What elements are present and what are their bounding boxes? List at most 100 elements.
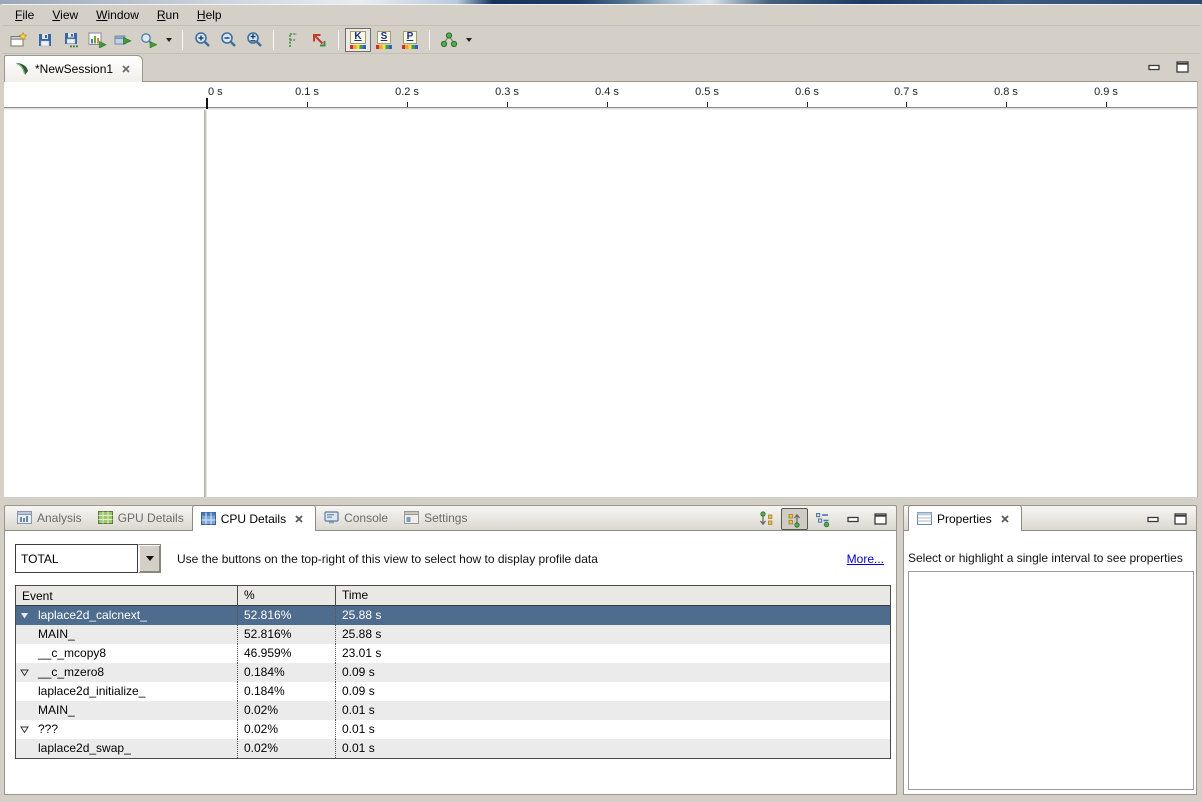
- zoom-fit-button[interactable]: [241, 28, 267, 52]
- menu-window[interactable]: Window: [87, 6, 148, 24]
- display-mode-select[interactable]: TOTAL: [15, 544, 161, 573]
- menu-run[interactable]: Run: [148, 6, 188, 24]
- table-row[interactable]: ??? 0.02% 0.01 s: [16, 720, 890, 739]
- table-row[interactable]: MAIN_ 52.816% 25.88 s: [16, 625, 890, 644]
- new-session-button[interactable]: [6, 28, 32, 52]
- properties-hint: Select or highlight a single interval to…: [908, 551, 1183, 565]
- ruler-label: 0.3 s: [495, 86, 519, 98]
- table-row[interactable]: laplace2d_swap_ 0.02% 0.01 s: [16, 739, 890, 758]
- close-icon: [1000, 514, 1010, 524]
- generate-timeline-button[interactable]: [84, 28, 110, 52]
- maximize-icon: [1174, 513, 1187, 525]
- more-link[interactable]: More...: [847, 552, 884, 566]
- event-percent: 0.02%: [237, 720, 335, 739]
- table-row[interactable]: __c_mcopy8 46.959% 23.01 s: [16, 644, 890, 663]
- ruler-label: 0.6 s: [795, 86, 819, 98]
- properties-maximize-button[interactable]: [1172, 511, 1188, 527]
- menu-bar: File View Window Run Help: [2, 4, 1200, 26]
- flag-f-icon: [286, 32, 300, 48]
- event-time: 23.01 s: [335, 644, 890, 663]
- examine-dropdown-caret-icon[interactable]: [166, 38, 172, 42]
- session-tab[interactable]: *NewSession1: [4, 55, 143, 82]
- top-down-view-icon: [758, 511, 775, 528]
- ruler-label: 0.4 s: [595, 86, 619, 98]
- minimize-icon: [1148, 62, 1161, 73]
- details-tabbar: Analysis GPU Details CPU De: [4, 505, 897, 531]
- zoom-out-icon: [220, 31, 237, 48]
- event-table-header: Event % Time: [16, 586, 890, 606]
- timeline-canvas[interactable]: 0 s 0.1 s 0.2 s 0.3 s 0.4 s 0.5 s 0.6 s …: [4, 81, 1198, 497]
- editor-minimize-button[interactable]: [1146, 59, 1162, 75]
- event-name: laplace2d_initialize_: [38, 682, 145, 701]
- cpu-details-view-toolbar: [753, 508, 836, 530]
- generate-timeline-icon: [88, 32, 107, 48]
- ruler-label: 0.5 s: [695, 86, 719, 98]
- properties-empty-box: [908, 571, 1194, 790]
- tab-cpu-details[interactable]: CPU Details: [192, 505, 316, 531]
- tab-settings[interactable]: Settings: [396, 505, 475, 530]
- maximize-icon: [874, 513, 887, 525]
- details-minimize-button[interactable]: [845, 511, 861, 527]
- tab-analysis[interactable]: Analysis: [9, 505, 90, 530]
- display-mode-dropdown-button[interactable]: [138, 544, 161, 573]
- table-row[interactable]: MAIN_ 0.02% 0.01 s: [16, 701, 890, 720]
- expand-triangle-icon[interactable]: [19, 612, 30, 620]
- cpu-details-hint: Use the buttons on the top-right of this…: [177, 552, 598, 566]
- flag-f-button[interactable]: [280, 28, 306, 52]
- process-color-button[interactable]: P: [397, 28, 423, 52]
- top-down-view-button[interactable]: [753, 508, 780, 530]
- timeline-name-column-sash[interactable]: [204, 110, 207, 497]
- editor-maximize-button[interactable]: [1174, 59, 1190, 75]
- menu-view[interactable]: View: [43, 6, 87, 24]
- properties-window-controls: [1145, 511, 1188, 527]
- event-time: 25.88 s: [335, 606, 890, 625]
- menu-help[interactable]: Help: [188, 6, 231, 24]
- minimize-icon: [1147, 514, 1160, 525]
- save-as-icon: [63, 32, 79, 48]
- event-percent: 0.02%: [237, 739, 335, 758]
- ruler-label: 0.8 s: [994, 86, 1018, 98]
- settings-tab-icon: [404, 511, 419, 524]
- bottom-up-view-button[interactable]: [781, 508, 808, 530]
- tab-gpu-details[interactable]: GPU Details: [90, 505, 192, 530]
- ruler-label: 0.2 s: [395, 86, 419, 98]
- event-name: MAIN_: [38, 701, 75, 720]
- column-header-time[interactable]: Time: [335, 586, 890, 606]
- close-icon: [121, 64, 131, 74]
- properties-minimize-button[interactable]: [1145, 511, 1161, 527]
- save-as-button[interactable]: [58, 28, 84, 52]
- table-row[interactable]: laplace2d_calcnext_ 52.816% 25.88 s: [16, 606, 890, 625]
- zoom-in-button[interactable]: [189, 28, 215, 52]
- reset-zoom-button[interactable]: [306, 28, 332, 52]
- call-tree-button[interactable]: [436, 28, 462, 52]
- call-tree-dropdown-caret-icon[interactable]: [466, 38, 472, 42]
- table-row[interactable]: __c_mzero8 0.184% 0.09 s: [16, 663, 890, 682]
- tab-console[interactable]: Console: [316, 505, 396, 530]
- minimize-icon: [847, 514, 860, 525]
- details-maximize-button[interactable]: [872, 511, 888, 527]
- menu-file[interactable]: File: [6, 6, 43, 24]
- run-analysis-button[interactable]: [110, 28, 136, 52]
- tab-properties-close-button[interactable]: [997, 511, 1013, 527]
- save-button[interactable]: [32, 28, 58, 52]
- new-session-icon: [10, 32, 28, 48]
- code-structure-view-button[interactable]: [809, 508, 836, 530]
- session-tab-close-button[interactable]: [118, 61, 134, 77]
- table-row[interactable]: laplace2d_initialize_ 0.184% 0.09 s: [16, 682, 890, 701]
- gpu-details-tab-icon: [98, 511, 113, 524]
- tab-properties[interactable]: Properties: [908, 505, 1022, 531]
- expand-triangle-icon[interactable]: [19, 669, 30, 677]
- maximize-icon: [1176, 61, 1189, 73]
- stream-color-button[interactable]: S: [371, 28, 397, 52]
- close-icon: [294, 514, 304, 524]
- rainbow-strip-icon: [402, 45, 418, 49]
- tab-settings-label: Settings: [424, 511, 467, 525]
- zoom-out-button[interactable]: [215, 28, 241, 52]
- nvvp-window: { "colors": { "selection": "#4e6d8e", "l…: [0, 0, 1202, 802]
- examine-button[interactable]: [136, 28, 162, 52]
- tab-cpu-details-close-button[interactable]: [291, 511, 307, 527]
- expand-triangle-icon[interactable]: [19, 726, 30, 734]
- kernel-color-button[interactable]: K: [345, 28, 371, 52]
- column-header-event[interactable]: Event: [16, 589, 237, 603]
- column-header-percent[interactable]: %: [237, 586, 335, 606]
